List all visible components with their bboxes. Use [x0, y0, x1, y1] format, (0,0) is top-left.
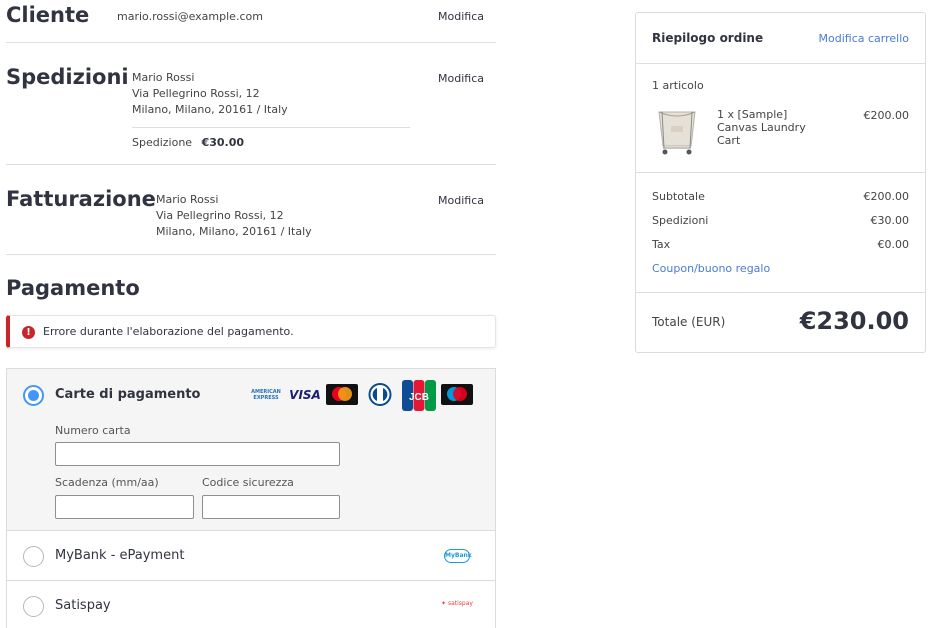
subtotal-label: Subtotale: [652, 190, 705, 203]
error-icon: !: [22, 326, 35, 339]
billing-street: Via Pellegrino Rossi, 12: [156, 209, 284, 222]
shipping-cost-label: Spedizioni: [652, 214, 709, 227]
shipping-cost-value: €30.00: [870, 214, 910, 227]
shipping-name: Mario Rossi: [132, 71, 195, 84]
expiry-input[interactable]: [55, 495, 194, 519]
payment-satispay-label: Satispay: [55, 598, 111, 613]
svg-text:JCB: JCB: [409, 392, 429, 403]
expiry-label: Scadenza (mm/aa): [55, 476, 159, 489]
satispay-mark-icon: ✦: [441, 600, 447, 607]
payment-cards-label: Carte di pagamento: [55, 387, 201, 402]
divider: [132, 127, 410, 128]
shipping-address: Mario Rossi Via Pellegrino Rossi, 12 Mil…: [132, 70, 288, 118]
shipping-street: Via Pellegrino Rossi, 12: [132, 87, 260, 100]
tax-value: €0.00: [877, 238, 910, 251]
card-number-input[interactable]: [55, 442, 340, 466]
billing-name: Mario Rossi: [156, 193, 219, 206]
payment-cards-radio[interactable]: [23, 385, 44, 406]
payment-error-alert: ! Errore durante l'elaborazione del paga…: [6, 315, 496, 348]
mybank-icon: MyBank: [444, 549, 472, 563]
amex-icon: AMERICAN EXPRESS: [251, 389, 281, 401]
total-value: €230.00: [799, 307, 909, 335]
divider: [636, 63, 925, 64]
jcb-svg: JCB: [402, 380, 436, 411]
summary-title: Riepilogo ordine: [652, 31, 764, 45]
laundry-cart-icon: [658, 111, 696, 155]
mastercard-icon: [326, 384, 358, 405]
coupon-link[interactable]: Coupon/buono regalo: [652, 262, 770, 275]
payment-method-mybank[interactable]: MyBank - ePayment MyBank: [7, 531, 495, 581]
maestro-icon: [441, 384, 473, 405]
shipping-city: Milano, Milano, 20161 / Italy: [132, 103, 288, 116]
billing-edit-link[interactable]: Modifica: [438, 194, 484, 207]
tax-label: Tax: [652, 238, 671, 251]
subtotal-value: €200.00: [863, 190, 910, 203]
product-image: [653, 106, 701, 156]
divider: [6, 164, 496, 165]
payment-mybank-label: MyBank - ePayment: [55, 548, 185, 563]
jcb-icon: JCB: [402, 380, 436, 411]
diners-club-icon: [364, 383, 396, 406]
shipping-method-price: €30.00: [201, 136, 245, 149]
payment-satispay-radio[interactable]: [23, 596, 44, 617]
divider: [6, 42, 496, 43]
customer-edit-link[interactable]: Modifica: [438, 10, 484, 23]
diners-svg: [368, 383, 392, 406]
payment-method-cards[interactable]: Carte di pagamento AMERICAN EXPRESS VISA…: [7, 369, 495, 531]
divider: [636, 292, 925, 293]
shipping-edit-link[interactable]: Modifica: [438, 72, 484, 85]
cvv-input[interactable]: [202, 495, 340, 519]
payment-error-message: Errore durante l'elaborazione del pagame…: [43, 325, 294, 338]
summary-item-count: 1 articolo: [652, 79, 704, 92]
divider: [6, 254, 496, 255]
edit-cart-link[interactable]: Modifica carrello: [819, 32, 909, 45]
order-summary: Riepilogo ordine Modifica carrello 1 art…: [635, 12, 926, 353]
satispay-icon: ✦ satispay: [441, 600, 473, 607]
card-number-label: Numero carta: [55, 424, 131, 437]
mastercard-svg: [332, 387, 352, 401]
maestro-svg: [447, 387, 467, 401]
shipping-method-label: Spedizione: [132, 136, 193, 149]
customer-email: mario.rossi@example.com: [117, 10, 263, 23]
summary-item-price: €200.00: [863, 109, 910, 122]
divider: [636, 172, 925, 173]
summary-item-name: 1 x [Sample] Canvas Laundry Cart: [717, 108, 806, 147]
cvv-label: Codice sicurezza: [202, 476, 294, 489]
satispay-logo-text: satispay: [447, 600, 473, 607]
visa-icon: VISA: [289, 388, 321, 402]
total-label: Totale (EUR): [652, 315, 726, 329]
billing-city: Milano, Milano, 20161 / Italy: [156, 225, 312, 238]
shipping-title: Spedizioni: [6, 65, 129, 89]
payment-methods-panel: Carte di pagamento AMERICAN EXPRESS VISA…: [6, 368, 496, 628]
payment-method-satispay[interactable]: Satispay ✦ satispay: [7, 581, 495, 628]
billing-title: Fatturazione: [6, 187, 156, 211]
payment-title: Pagamento: [6, 276, 140, 300]
payment-mybank-radio[interactable]: [23, 546, 44, 567]
billing-address: Mario Rossi Via Pellegrino Rossi, 12 Mil…: [156, 192, 312, 240]
shipping-method: Spedizione €30.00: [132, 135, 244, 151]
customer-title: Cliente: [6, 3, 90, 27]
